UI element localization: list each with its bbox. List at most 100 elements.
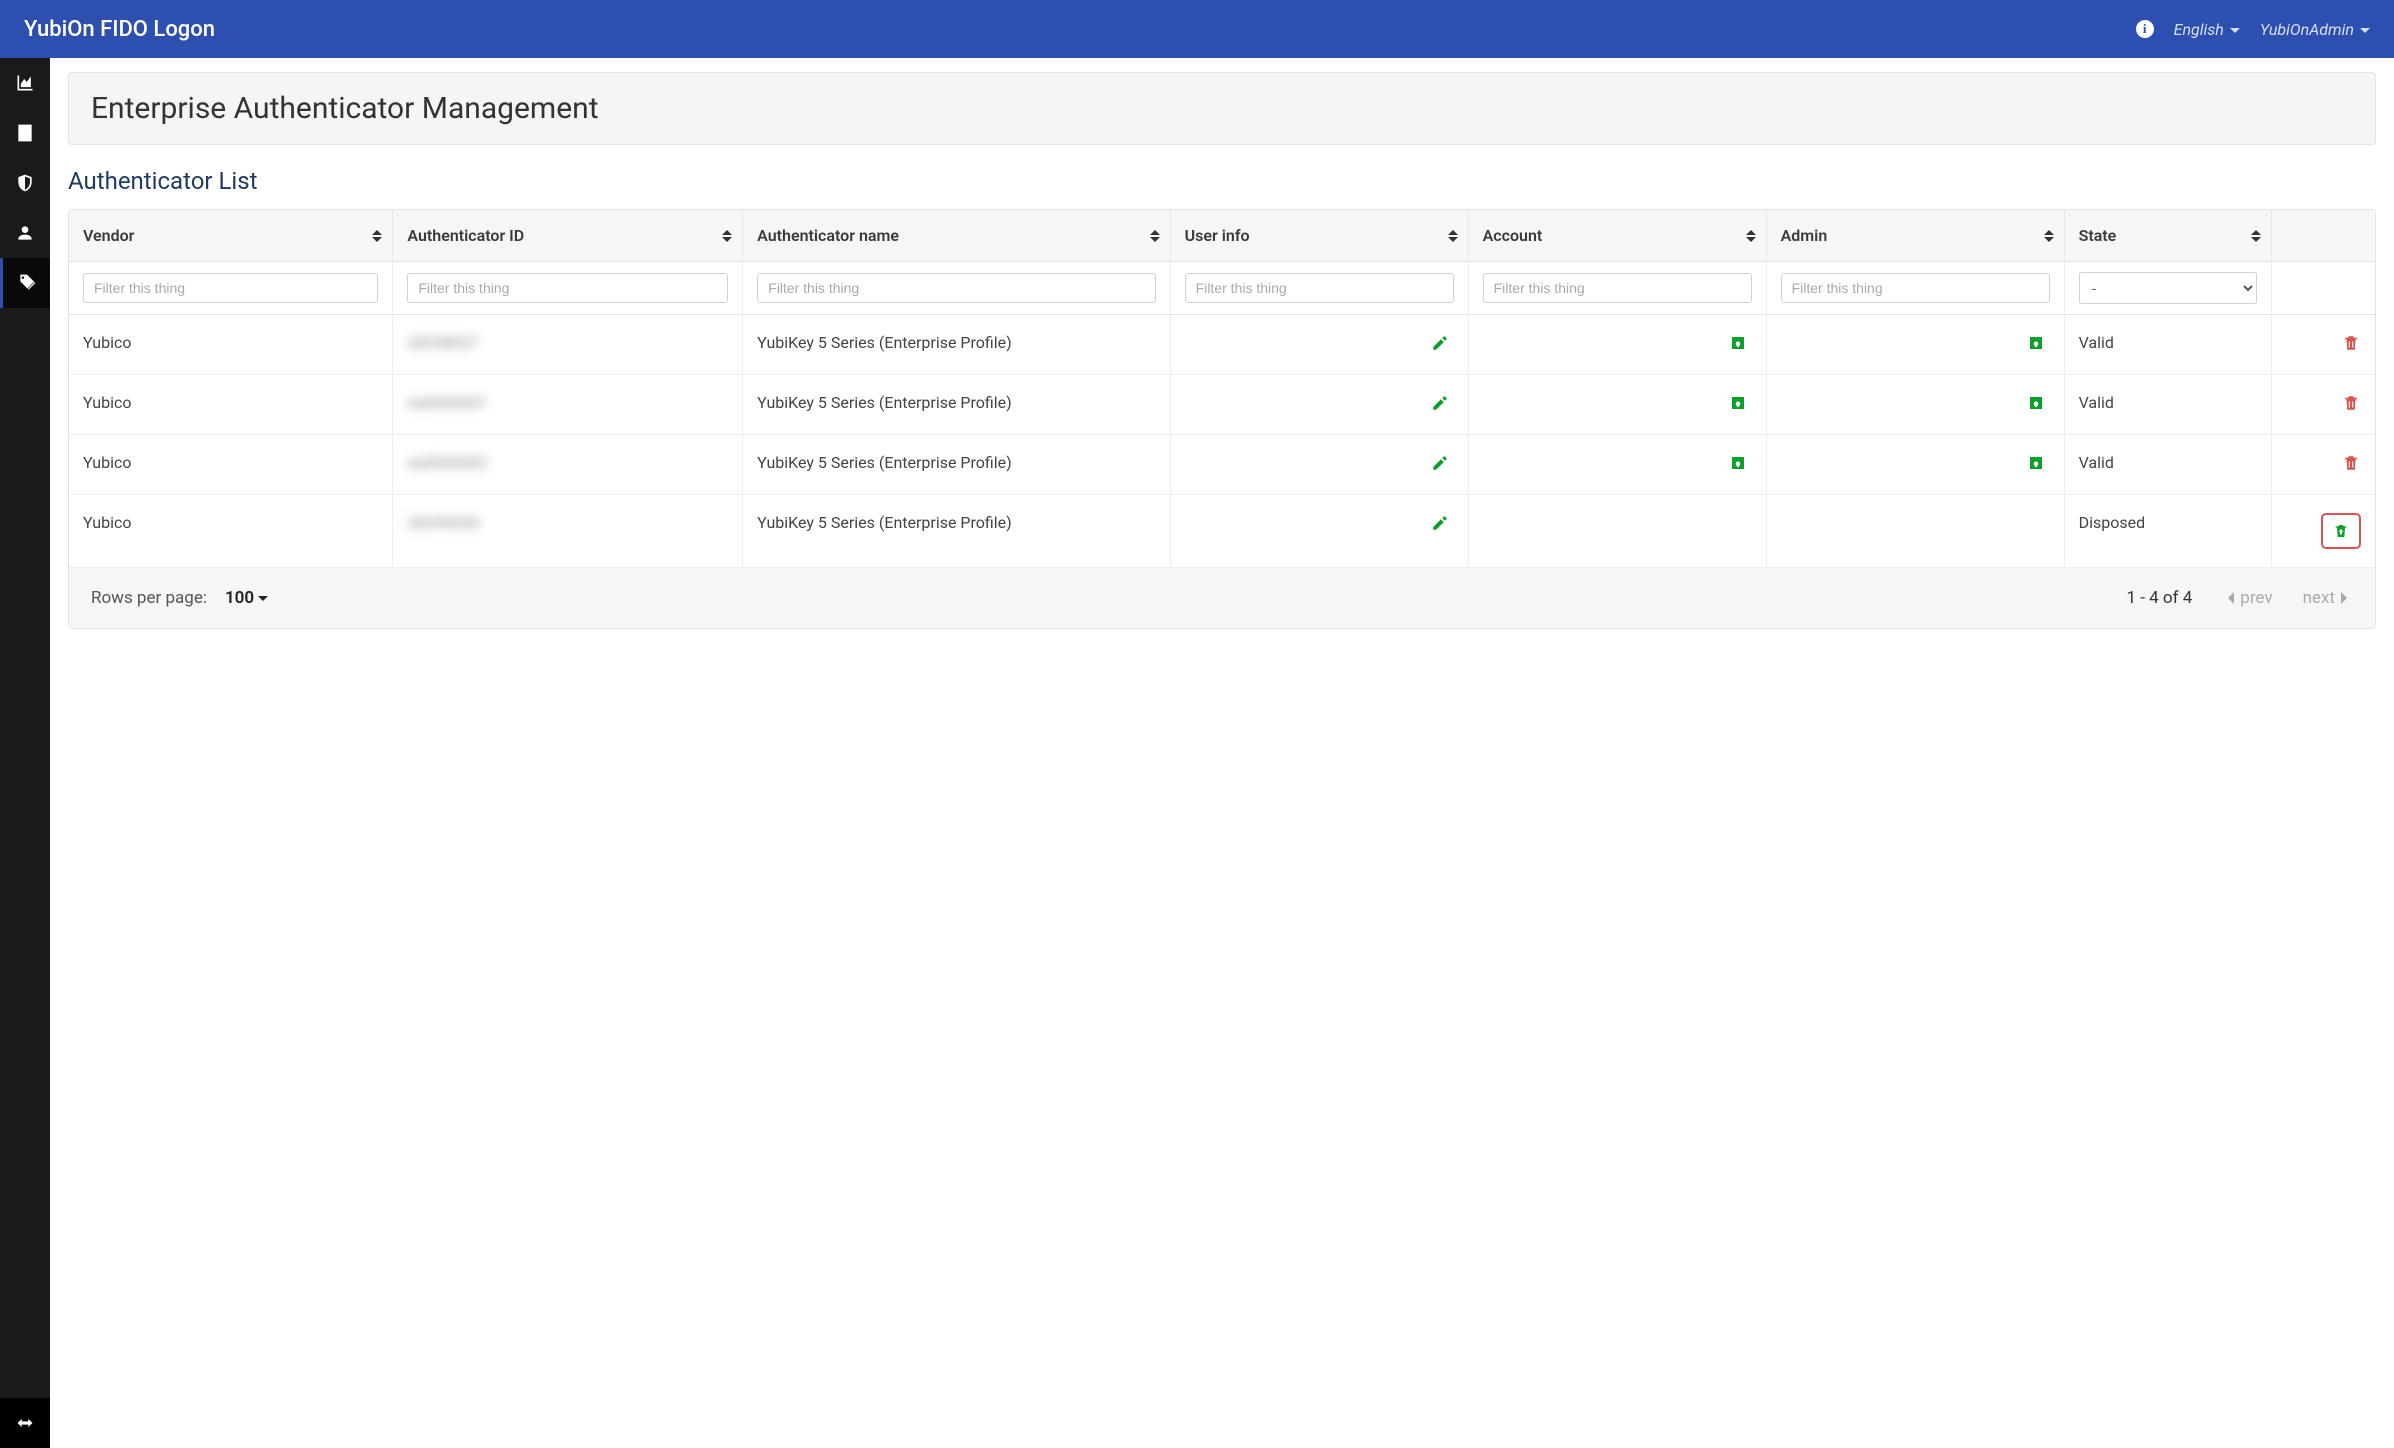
next-label: next (2303, 588, 2335, 608)
col-user-info[interactable]: User info (1170, 210, 1468, 262)
sidebar-item-dashboard[interactable] (0, 58, 50, 108)
cell-auth-id: ea0000001 (393, 375, 743, 435)
cell-state: Valid (2064, 375, 2271, 435)
edit-icon[interactable] (1430, 393, 1450, 413)
cell-admin (1766, 435, 2064, 495)
cell-account (1468, 495, 1766, 568)
cell-auth-name: YubiKey 5 Series (Enterprise Profile) (743, 375, 1171, 435)
table-row: Yubico28296030YubiKey 5 Series (Enterpri… (69, 495, 2375, 568)
delete-button[interactable] (2341, 393, 2361, 413)
sidebar-toggle[interactable] (0, 1398, 50, 1448)
sidebar-item-organization[interactable] (0, 108, 50, 158)
cell-auth-id: ea0000002 (393, 435, 743, 495)
building-icon (15, 123, 35, 143)
chevron-right-icon (2341, 592, 2353, 604)
table-row: Yubicoea0000001YubiKey 5 Series (Enterpr… (69, 375, 2375, 435)
col-admin[interactable]: Admin (1766, 210, 2064, 262)
sort-icon (1448, 228, 1458, 244)
sidebar-item-authenticators[interactable] (0, 258, 50, 308)
col-account-label: Account (1483, 226, 1543, 245)
edit-icon[interactable] (1430, 333, 1450, 353)
col-actions (2271, 210, 2375, 262)
col-state[interactable]: State (2064, 210, 2271, 262)
info-icon[interactable]: i (2136, 20, 2154, 38)
cell-vendor: Yubico (69, 375, 393, 435)
sort-icon (2044, 228, 2054, 244)
col-auth-id-label: Authenticator ID (407, 226, 524, 245)
account-icon[interactable] (1728, 453, 1748, 473)
cell-state: Disposed (2064, 495, 2271, 568)
tags-icon (17, 273, 37, 293)
col-auth-name[interactable]: Authenticator name (743, 210, 1171, 262)
cell-admin (1766, 375, 2064, 435)
edit-icon[interactable] (1430, 453, 1450, 473)
rows-per-page-selector[interactable]: 100 (225, 588, 268, 608)
filter-admin[interactable] (1781, 273, 2050, 303)
col-auth-id[interactable]: Authenticator ID (393, 210, 743, 262)
cell-account (1468, 315, 1766, 375)
cell-user-info (1170, 495, 1468, 568)
next-button[interactable]: next (2303, 588, 2353, 608)
chart-icon (15, 73, 35, 93)
authenticator-table: Vendor Authenticator ID Authenticator na… (68, 209, 2376, 629)
cell-account (1468, 435, 1766, 495)
cell-action (2271, 315, 2375, 375)
admin-icon[interactable] (2026, 453, 2046, 473)
col-user-info-label: User info (1185, 226, 1250, 245)
col-auth-name-label: Authenticator name (757, 226, 899, 245)
cell-auth-id: 28296030 (393, 495, 743, 568)
col-account[interactable]: Account (1468, 210, 1766, 262)
sidebar-item-security[interactable] (0, 158, 50, 208)
user-icon (15, 223, 35, 243)
cell-auth-name: YubiKey 5 Series (Enterprise Profile) (743, 315, 1171, 375)
account-icon[interactable] (1728, 333, 1748, 353)
delete-button[interactable] (2341, 333, 2361, 353)
table-row: Yubicoea0000002YubiKey 5 Series (Enterpr… (69, 435, 2375, 495)
cell-user-info (1170, 315, 1468, 375)
chevron-left-icon (2222, 592, 2234, 604)
rows-per-page-label: Rows per page: (91, 588, 207, 608)
col-vendor-label: Vendor (83, 226, 134, 245)
sidebar-item-users[interactable] (0, 208, 50, 258)
cell-auth-id: 28298027 (393, 315, 743, 375)
prev-button[interactable]: prev (2222, 588, 2272, 608)
language-selector[interactable]: English (2174, 20, 2240, 39)
sort-icon (722, 228, 732, 244)
filter-auth-id[interactable] (407, 273, 728, 303)
cell-vendor: Yubico (69, 495, 393, 568)
cell-action (2271, 495, 2375, 568)
topbar: YubiOn FIDO Logon i English YubiOnAdmin (0, 0, 2394, 58)
admin-icon[interactable] (2026, 333, 2046, 353)
cell-user-info (1170, 375, 1468, 435)
edit-icon[interactable] (1430, 513, 1450, 533)
admin-icon[interactable] (2026, 393, 2046, 413)
cell-action (2271, 375, 2375, 435)
delete-button[interactable] (2341, 453, 2361, 473)
expand-icon (15, 1413, 35, 1433)
filter-state[interactable]: - (2079, 272, 2257, 304)
cell-vendor: Yubico (69, 315, 393, 375)
sort-icon (1746, 228, 1756, 244)
cell-admin (1766, 315, 2064, 375)
brand: YubiOn FIDO Logon (24, 17, 215, 42)
filter-user-info[interactable] (1185, 273, 1454, 303)
prev-label: prev (2240, 588, 2272, 608)
sort-icon (372, 228, 382, 244)
cell-admin (1766, 495, 2064, 568)
col-vendor[interactable]: Vendor (69, 210, 393, 262)
sort-icon (1150, 228, 1160, 244)
user-menu[interactable]: YubiOnAdmin (2260, 20, 2370, 39)
col-state-label: State (2079, 226, 2117, 245)
cell-action (2271, 435, 2375, 495)
cell-account (1468, 375, 1766, 435)
top-right: i English YubiOnAdmin (2136, 20, 2370, 39)
account-icon[interactable] (1728, 393, 1748, 413)
filter-account[interactable] (1483, 273, 1752, 303)
restore-button[interactable] (2321, 513, 2361, 549)
table-row: Yubico28298027YubiKey 5 Series (Enterpri… (69, 315, 2375, 375)
filter-auth-name[interactable] (757, 273, 1156, 303)
section-title: Authenticator List (68, 167, 2376, 195)
shield-icon (15, 173, 35, 193)
cell-auth-name: YubiKey 5 Series (Enterprise Profile) (743, 495, 1171, 568)
filter-vendor[interactable] (83, 273, 378, 303)
